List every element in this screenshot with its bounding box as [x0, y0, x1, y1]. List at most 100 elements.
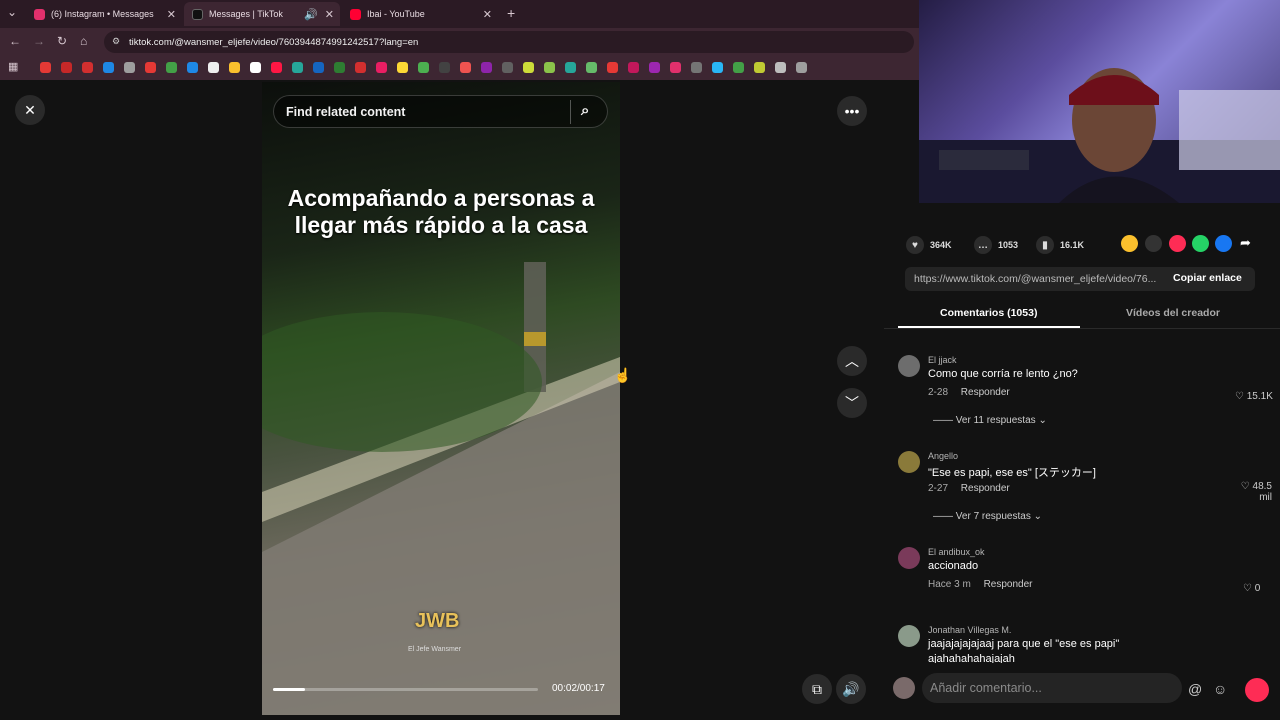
send-icon[interactable] — [1169, 235, 1186, 252]
avatar[interactable] — [898, 451, 920, 473]
bookmark-icon[interactable] — [649, 62, 660, 73]
bookmark-icon[interactable] — [82, 62, 93, 73]
bookmark-icon[interactable] — [796, 62, 807, 73]
reply-button[interactable]: Responder — [984, 579, 1033, 590]
bookmark-icon[interactable] — [754, 62, 765, 73]
instagram-icon — [34, 8, 45, 20]
video-player[interactable]: Find related content ⌕ Acompañando a per… — [262, 82, 620, 715]
bookmark-icon[interactable] — [250, 62, 261, 73]
facebook-icon[interactable] — [1215, 235, 1232, 252]
reply-button[interactable]: Responder — [961, 387, 1010, 398]
bookmark-icon[interactable] — [292, 62, 303, 73]
bookmark-icon[interactable] — [103, 62, 114, 73]
tab-label: (6) Instagram • Messages — [51, 9, 154, 19]
comment-username[interactable]: Jonathan Villegas M. — [928, 625, 1011, 635]
bookmark-icon[interactable] — [544, 62, 555, 73]
bookmark-icon[interactable] — [61, 62, 72, 73]
bookmark-icon[interactable] — [607, 62, 618, 73]
emoji-icon[interactable]: ☺ — [1213, 681, 1227, 697]
close-tab-icon[interactable]: ✕ — [325, 8, 334, 21]
apps-icon[interactable]: ▦ — [8, 60, 18, 73]
bookmark-icon[interactable] — [439, 62, 450, 73]
search-divider — [570, 100, 571, 124]
comment-username[interactable]: El jjack — [928, 355, 957, 365]
bookmark-icon[interactable] — [733, 62, 744, 73]
close-tab-icon[interactable]: ✕ — [167, 8, 176, 21]
bookmark-icon[interactable] — [208, 62, 219, 73]
tab-instagram[interactable]: (6) Instagram • Messages ✕ — [26, 2, 182, 26]
bookmark-icon[interactable] — [481, 62, 492, 73]
bookmark-icon[interactable] — [355, 62, 366, 73]
close-button[interactable]: ✕ — [15, 95, 45, 125]
send-comment-icon[interactable] — [1245, 678, 1269, 702]
next-video-button[interactable]: ﹀ — [837, 388, 867, 418]
bookmark-icon[interactable] — [628, 62, 639, 73]
copy-link-button[interactable]: Copiar enlace — [1173, 272, 1242, 284]
search-icon[interactable]: ⌕ — [581, 102, 589, 119]
comments-stat[interactable]: … 1053 — [974, 236, 1018, 254]
tab-search-icon[interactable]: ⌄ — [7, 5, 17, 19]
bookmark-icon[interactable] — [712, 62, 723, 73]
back-icon[interactable]: ← — [9, 34, 21, 48]
bookmark-icon[interactable] — [376, 62, 387, 73]
comment-like[interactable]: ♡ 15.1K — [1235, 391, 1273, 402]
tab-youtube[interactable]: Ibai - YouTube ✕ — [342, 2, 498, 26]
bookmark-icon[interactable] — [460, 62, 471, 73]
bookmark-icon[interactable] — [397, 62, 408, 73]
bookmark-icon[interactable] — [145, 62, 156, 73]
previous-video-button[interactable]: ︿ — [837, 346, 867, 376]
likes-stat[interactable]: ♥ 364K — [906, 236, 952, 254]
comment-text: "Ese es papi, ese es" [ステッカー] — [928, 467, 1096, 479]
avatar[interactable] — [898, 625, 920, 647]
bookmark-icon[interactable] — [187, 62, 198, 73]
avatar[interactable] — [898, 547, 920, 569]
comment-like[interactable]: ♡ 0 — [1243, 583, 1260, 594]
bookmark-icon[interactable] — [40, 62, 51, 73]
new-tab-button[interactable]: + — [507, 5, 515, 21]
mention-icon[interactable]: @ — [1188, 681, 1202, 697]
reload-icon[interactable]: ↻ — [57, 34, 67, 48]
more-icon: ••• — [844, 103, 860, 119]
bookmark-icon[interactable] — [502, 62, 513, 73]
forward-icon[interactable]: → — [33, 34, 45, 48]
bookmark-icon[interactable] — [124, 62, 135, 73]
home-icon[interactable]: ⌂ — [80, 34, 87, 48]
share-icon[interactable]: ➦ — [1240, 235, 1251, 251]
tab-comments[interactable]: Comentarios (1053) — [940, 307, 1037, 319]
add-comment-input[interactable]: Añadir comentario... — [922, 673, 1182, 703]
view-replies-button[interactable]: —— Ver 11 respuestas ⌄ — [933, 415, 1047, 426]
volume-button[interactable]: 🔊 — [836, 674, 866, 704]
bookmark-icon[interactable] — [166, 62, 177, 73]
search-field[interactable]: Find related content ⌕ — [273, 95, 608, 128]
bookmark-icon[interactable] — [586, 62, 597, 73]
progress-bar[interactable] — [273, 688, 538, 691]
close-tab-icon[interactable]: ✕ — [483, 8, 492, 21]
bookmark-icon[interactable] — [334, 62, 345, 73]
bookmark-icon[interactable] — [523, 62, 534, 73]
saves-stat[interactable]: ▮ 16.1K — [1036, 236, 1084, 254]
embed-icon[interactable] — [1145, 235, 1162, 252]
bookmark-icon[interactable] — [565, 62, 576, 73]
comment-username[interactable]: El andibux_ok — [928, 547, 985, 557]
bookmark-icon[interactable] — [691, 62, 702, 73]
avatar[interactable] — [898, 355, 920, 377]
floating-player-button[interactable]: ⧉ — [802, 674, 832, 704]
site-info-icon[interactable]: ⚙ — [112, 36, 120, 47]
audio-icon[interactable]: 🔊 — [304, 8, 318, 21]
comment-username[interactable]: Angello — [928, 451, 958, 461]
tab-tiktok[interactable]: Messages | TikTok 🔊 ✕ — [184, 2, 340, 26]
bookmark-icon[interactable] — [775, 62, 786, 73]
bookmark-icon[interactable] — [418, 62, 429, 73]
more-options-button[interactable]: ••• — [837, 96, 867, 126]
bookmark-icon[interactable] — [670, 62, 681, 73]
tab-creator-videos[interactable]: Vídeos del creador — [1126, 307, 1220, 319]
bookmark-icon[interactable] — [229, 62, 240, 73]
url-field[interactable]: ⚙ tiktok.com/@wansmer_eljefe/video/76039… — [104, 31, 914, 53]
repost-icon[interactable] — [1121, 235, 1138, 252]
comment-like[interactable]: ♡ 48.5 mil — [1236, 481, 1272, 503]
bookmark-icon[interactable] — [313, 62, 324, 73]
bookmark-icon[interactable] — [271, 62, 282, 73]
view-replies-button[interactable]: —— Ver 7 respuestas ⌄ — [933, 511, 1042, 522]
whatsapp-icon[interactable] — [1192, 235, 1209, 252]
reply-button[interactable]: Responder — [961, 483, 1010, 494]
